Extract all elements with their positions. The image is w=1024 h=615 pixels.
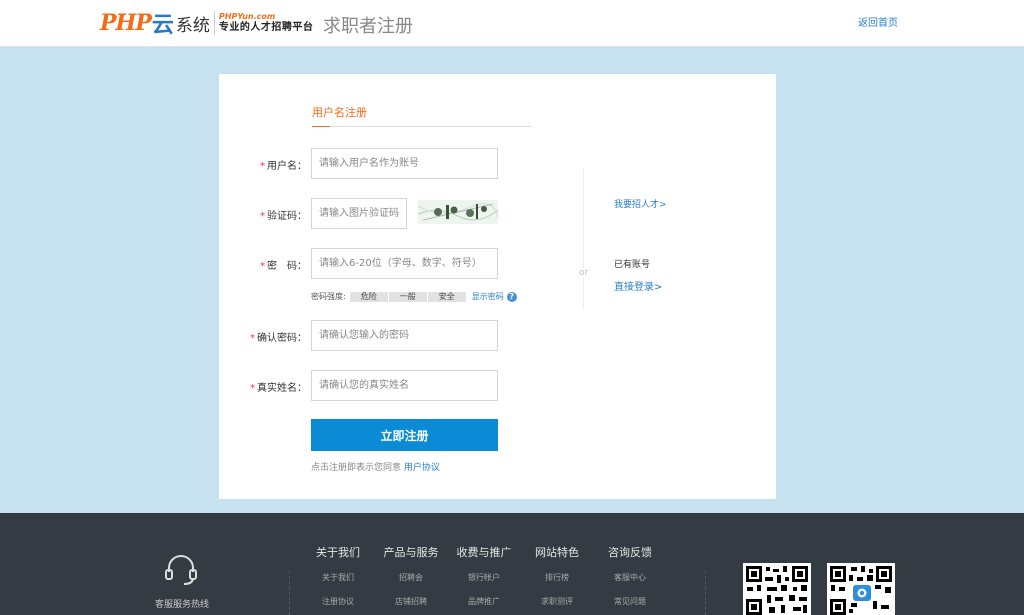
logo-divider (213, 11, 215, 35)
footer-link[interactable]: 店铺招聘 (381, 596, 441, 607)
hotline-label: 客服服务热线 (155, 600, 210, 610)
qr-code-icon (827, 563, 895, 615)
footer-column-products: 产品与服务 招聘会 店铺招聘 (381, 544, 441, 607)
user-agreement-link[interactable]: 用户协议 (404, 463, 440, 473)
password-input[interactable] (311, 248, 498, 279)
strength-level-safe: 安全 (427, 291, 466, 302)
strength-level-medium: 一般 (388, 291, 427, 302)
confirm-password-input[interactable] (311, 320, 498, 351)
footer-link[interactable]: 品牌推广 (454, 596, 514, 607)
footer-link[interactable]: 求职测评 (527, 596, 587, 607)
question-icon[interactable]: ? (506, 291, 517, 302)
strength-level-danger: 危险 (349, 291, 388, 302)
required-mark: * (250, 383, 255, 394)
logo-slogan: 专业的人才招聘平台 (218, 22, 314, 33)
username-label-text: 用户名： (267, 161, 307, 172)
or-divider (583, 169, 584, 309)
required-mark: * (260, 261, 265, 272)
logo-yun: 云 (151, 12, 174, 38)
register-button[interactable]: 立即注册 (311, 419, 498, 451)
page-footer: 客服服务热线 关于我们 关于我们 注册协议 产品与服务 招聘会 店铺招聘 收费与… (0, 513, 1024, 615)
logo-php: PHP (100, 10, 152, 36)
footer-divider (705, 571, 706, 615)
logo-system: 系统 (175, 15, 210, 36)
required-mark: * (250, 333, 255, 344)
tab-divider (312, 126, 531, 127)
footer-link[interactable]: 注册协议 (308, 596, 368, 607)
realname-label-text: 真实姓名： (257, 383, 307, 394)
realname-label: * 真实姓名： (219, 379, 307, 394)
required-mark: * (260, 161, 265, 172)
footer-link[interactable]: 招聘会 (381, 572, 441, 583)
direct-login-link[interactable]: 直接登录> (614, 278, 662, 293)
qr-code-graphic (827, 563, 895, 615)
register-card: 用户名注册 *用户名： *验证码： *密 码： 密码强度: 危险 一般 安 (219, 74, 776, 499)
agreement-text: 点击注册即表示您同意 用户协议 (311, 460, 440, 473)
footer-column-title: 收费与推广 (456, 546, 512, 559)
captcha-label: * 验证码： (219, 207, 307, 222)
realname-input[interactable] (311, 370, 498, 401)
logo-site: PHPYun.com (218, 12, 276, 21)
back-home-link[interactable]: 返回首页 (858, 14, 898, 29)
footer-column-title: 咨询反馈 (608, 546, 652, 559)
captcha-label-text: 验证码： (267, 211, 307, 222)
footer-column-features: 网站特色 排行榜 求职测评 (527, 544, 587, 607)
password-label-text: 密 码： (267, 261, 307, 272)
agreement-prefix: 点击注册即表示您同意 (311, 463, 402, 473)
strength-label: 密码强度: (311, 292, 346, 301)
captcha-graphic (418, 200, 498, 224)
footer-column-feedback: 咨询反馈 客服中心 常见问题 (600, 544, 660, 607)
required-mark: * (260, 211, 265, 222)
footer-link[interactable]: 银行帐户 (454, 572, 514, 583)
or-label: or (579, 268, 589, 278)
footer-column-title: 产品与服务 (383, 546, 439, 559)
captcha-input[interactable] (311, 198, 407, 229)
logo-tagline: PHPYun.com 专业的人才招聘平台 (219, 12, 314, 34)
footer-link[interactable]: 常见问题 (600, 596, 660, 607)
footer-column-pricing: 收费与推广 银行帐户 品牌推广 (454, 544, 514, 607)
captcha-image[interactable] (418, 200, 498, 224)
footer-link[interactable]: 客服中心 (600, 572, 660, 583)
confirm-password-label: * 确认密码： (219, 329, 307, 344)
password-label: * 密 码： (219, 257, 307, 272)
footer-column-about: 关于我们 关于我们 注册协议 (308, 544, 368, 607)
footer-column-title: 网站特色 (535, 546, 579, 559)
footer-column-title: 关于我们 (316, 546, 360, 559)
tab-active-indicator (312, 126, 330, 127)
page-title: 求职者注册 (323, 16, 413, 37)
password-strength: 密码强度: 危险 一般 安全 显示密码 ? (311, 291, 517, 302)
site-logo[interactable]: PHP 云 系统 PHPYun.com 专业的人才招聘平台 (100, 8, 313, 38)
recruit-link[interactable]: 我要招人才> (614, 197, 667, 210)
footer-divider (289, 571, 290, 615)
qr-code-icon (743, 563, 811, 615)
qr-code-graphic (743, 563, 811, 615)
page-header: PHP 云 系统 PHPYun.com 专业的人才招聘平台 求职者注册 返回首页 (0, 0, 1024, 47)
username-input[interactable] (311, 148, 498, 179)
username-label: * 用户名： (219, 157, 307, 172)
footer-link[interactable]: 排行榜 (527, 572, 587, 583)
confirm-password-label-text: 确认密码： (257, 333, 307, 344)
have-account-text: 已有账号 (614, 260, 651, 270)
footer-link[interactable]: 关于我们 (308, 572, 368, 583)
show-password-link[interactable]: 显示密码 (472, 291, 504, 302)
tab-username-register[interactable]: 用户名注册 (312, 104, 367, 120)
headset-icon (165, 555, 197, 585)
